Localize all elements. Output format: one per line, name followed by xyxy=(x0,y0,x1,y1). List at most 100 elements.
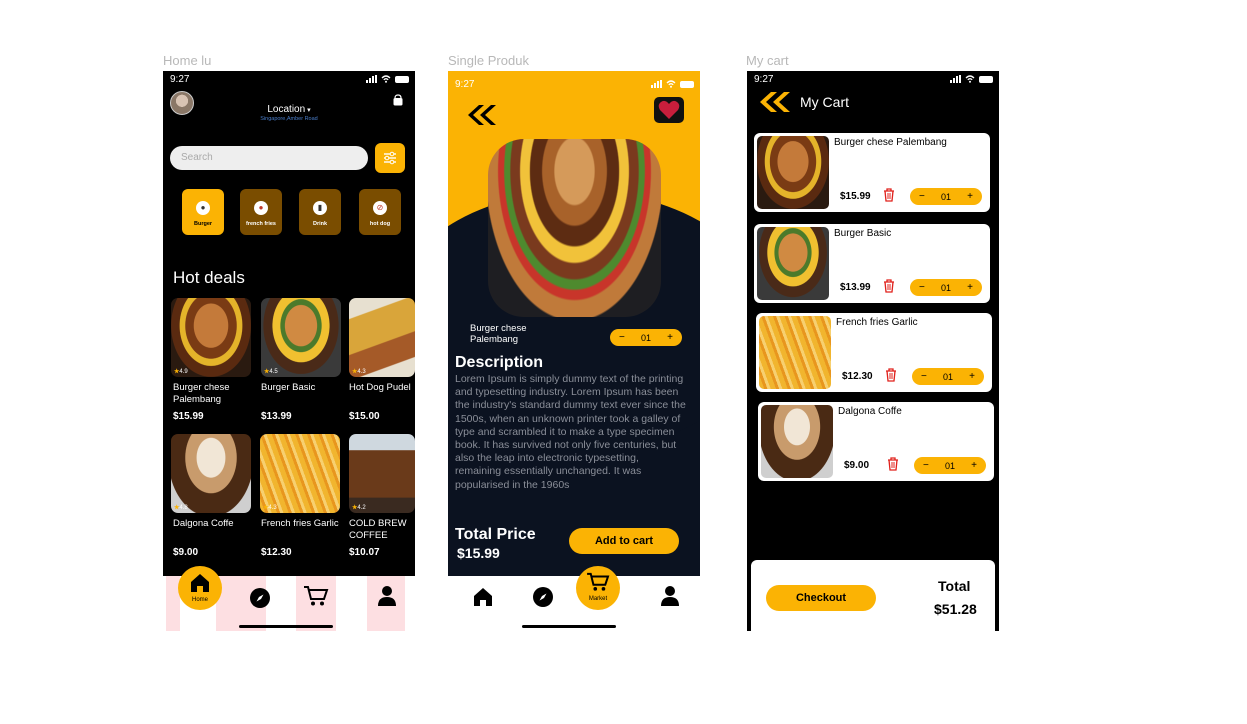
checkout-button[interactable]: Checkout xyxy=(766,585,876,611)
plus-icon[interactable]: + xyxy=(967,282,973,293)
minus-icon[interactable]: − xyxy=(919,282,925,293)
deal-image-3[interactable]: ★4.3 xyxy=(349,298,415,377)
quantity-value: 01 xyxy=(640,332,651,343)
status-bar: 9:27 xyxy=(163,73,415,87)
deal-name-3: Hot Dog Pudel xyxy=(349,382,411,393)
category-hot-dog[interactable]: ⊘ hot dog xyxy=(359,189,401,235)
minus-icon[interactable]: − xyxy=(919,191,925,202)
trash-icon[interactable] xyxy=(887,457,899,471)
deal-price-2: $13.99 xyxy=(261,411,292,422)
total-label: Total xyxy=(938,578,971,594)
trash-icon[interactable] xyxy=(883,188,895,202)
trash-icon[interactable] xyxy=(883,279,895,293)
cart-item: Dalgona Coffe $9.00 − 01 + xyxy=(758,402,994,481)
cart-item-price: $15.99 xyxy=(840,191,871,202)
nav-market-button[interactable]: Market xyxy=(576,566,620,610)
product-screen: 9:27 Burger chese Palembang − 01 + Descr… xyxy=(448,71,700,631)
filter-button[interactable] xyxy=(375,143,405,173)
compass-icon[interactable] xyxy=(249,587,271,609)
cart-item-price: $12.30 xyxy=(842,371,873,382)
frame-label-cart: My cart xyxy=(746,53,789,68)
home-icon[interactable] xyxy=(472,586,494,608)
deal-image-2[interactable]: ★4.5 xyxy=(261,298,341,377)
add-to-cart-button[interactable]: Add to cart xyxy=(569,528,679,554)
deal-name-5: French fries Garlic xyxy=(261,518,339,529)
cart-item-image xyxy=(761,405,833,478)
compass-icon[interactable] xyxy=(532,586,554,608)
status-time: 9:27 xyxy=(455,79,475,90)
deal-price-1: $15.99 xyxy=(173,411,204,422)
description-text: Lorem Ipsum is simply dummy text of the … xyxy=(455,373,686,491)
battery-icon xyxy=(680,80,694,88)
sliders-icon xyxy=(384,151,396,165)
status-time: 9:27 xyxy=(754,74,774,85)
cart-item-image xyxy=(759,316,831,389)
status-bar: 9:27 xyxy=(747,73,999,87)
deal-image-4[interactable]: ★4.8 xyxy=(171,434,251,513)
trash-icon[interactable] xyxy=(885,368,897,382)
plus-icon[interactable]: + xyxy=(971,460,977,471)
minus-icon[interactable]: − xyxy=(921,371,927,382)
fries-icon: ● xyxy=(254,201,268,215)
total-value: $51.28 xyxy=(934,601,977,617)
cart-item: French fries Garlic $12.30 − 01 + xyxy=(756,313,992,392)
location-title[interactable]: Location ▾ xyxy=(163,104,415,115)
shopping-bag-icon[interactable] xyxy=(392,94,404,106)
deal-image-1[interactable]: ★4.9 xyxy=(171,298,251,377)
checkout-panel: Checkout Total $51.28 xyxy=(751,560,995,631)
cart-item-name: Dalgona Coffe xyxy=(838,406,902,417)
bottom-nav: Market xyxy=(448,566,700,631)
cart-item-image xyxy=(757,227,829,300)
page-title: My Cart xyxy=(800,94,849,110)
profile-icon[interactable] xyxy=(377,585,397,607)
deal-price-3: $15.00 xyxy=(349,411,380,422)
minus-icon[interactable]: − xyxy=(619,332,625,343)
total-price-label: Total Price xyxy=(455,526,536,543)
cart-item-price: $13.99 xyxy=(840,282,871,293)
cart-item: Burger chese Palembang $15.99 − 01 + xyxy=(754,133,990,212)
cart-icon xyxy=(587,572,610,591)
cart-item-image xyxy=(757,136,829,209)
location-subtitle: Singapore,Amber Road xyxy=(260,116,318,122)
quantity-stepper[interactable]: − 01 + xyxy=(912,368,984,385)
deal-name-2: Burger Basic xyxy=(261,382,316,393)
cart-item-price: $9.00 xyxy=(844,460,870,471)
quantity-stepper[interactable]: − 01 + xyxy=(910,279,982,296)
quantity-stepper[interactable]: − 01 + xyxy=(914,457,986,474)
category-drink[interactable]: ▮ Drink xyxy=(299,189,341,235)
profile-icon[interactable] xyxy=(660,585,680,607)
back-chevron-icon[interactable] xyxy=(465,104,497,126)
deal-image-6[interactable]: ★4.2 xyxy=(349,434,415,513)
cart-item-name: French fries Garlic xyxy=(836,317,918,328)
plus-icon[interactable]: + xyxy=(969,371,975,382)
signal-icon xyxy=(651,80,662,88)
category-burger[interactable]: ● Burger xyxy=(182,189,224,235)
battery-icon xyxy=(979,75,993,83)
search-input[interactable]: Search xyxy=(170,146,368,170)
section-title-hot-deals: Hot deals xyxy=(173,268,245,287)
status-bar: 9:27 xyxy=(448,73,700,90)
favorite-button[interactable] xyxy=(654,97,684,123)
wifi-icon xyxy=(666,80,676,88)
wifi-icon xyxy=(381,75,391,83)
cart-icon[interactable] xyxy=(303,585,329,607)
back-chevron-icon[interactable] xyxy=(757,92,791,112)
category-french-fries[interactable]: ● french fries xyxy=(240,189,282,235)
chevron-down-icon: ▾ xyxy=(305,107,311,114)
plus-icon[interactable]: + xyxy=(667,332,673,343)
nav-home-button[interactable]: Home xyxy=(178,566,222,610)
plus-icon[interactable]: + xyxy=(967,191,973,202)
quantity-stepper[interactable]: − 01 + xyxy=(910,188,982,205)
status-time: 9:27 xyxy=(170,74,190,85)
burger-icon: ● xyxy=(196,201,210,215)
deal-image-5[interactable]: ★4.3 xyxy=(260,434,340,513)
minus-icon[interactable]: − xyxy=(923,460,929,471)
drink-icon: ▮ xyxy=(313,201,327,215)
home-indicator xyxy=(522,625,616,628)
deal-name-6: COLD BREW COFFEE xyxy=(349,518,407,541)
description-title: Description xyxy=(455,354,544,371)
home-indicator xyxy=(239,625,333,628)
wifi-icon xyxy=(965,75,975,83)
quantity-stepper[interactable]: − 01 + xyxy=(610,329,682,346)
total-price-value: $15.99 xyxy=(457,545,500,561)
